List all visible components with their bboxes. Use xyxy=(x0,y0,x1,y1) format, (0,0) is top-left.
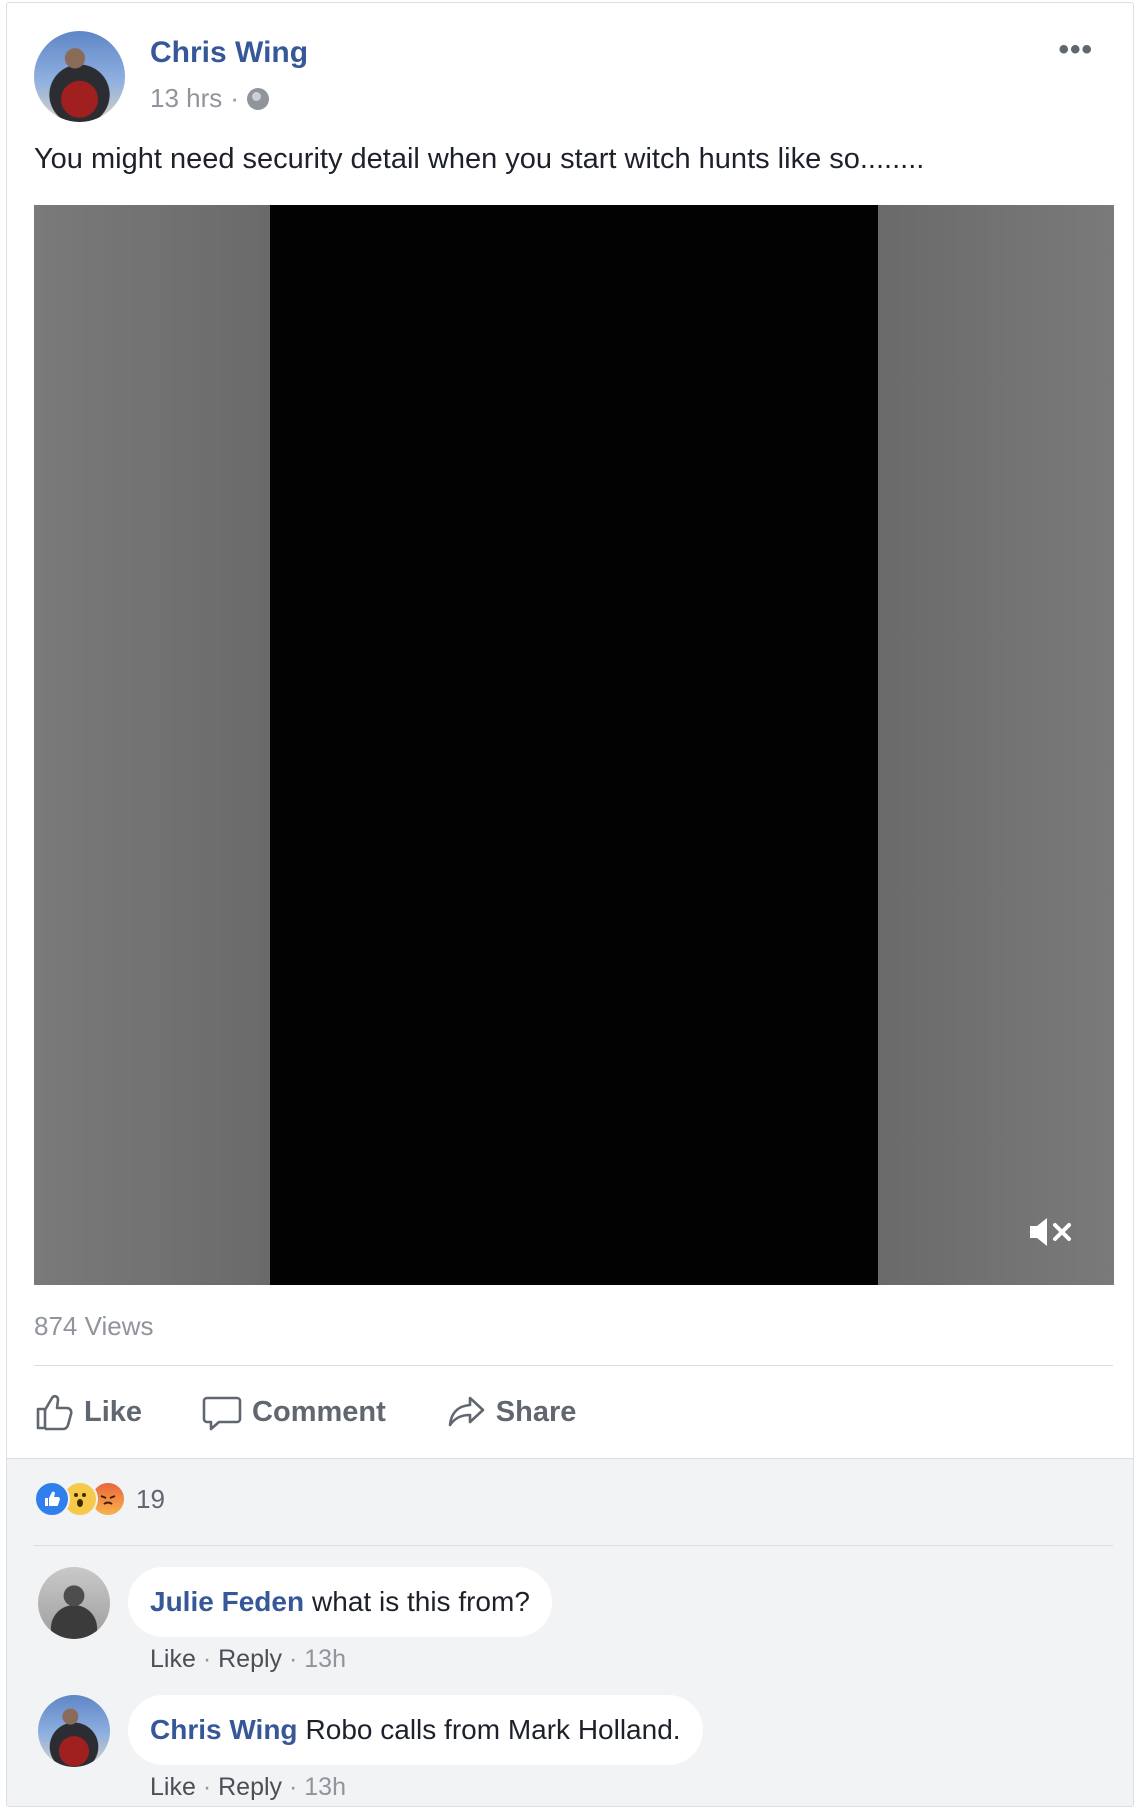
post-text: You might need security detail when you … xyxy=(34,143,925,175)
author-avatar[interactable] xyxy=(34,31,125,122)
like-reaction-icon xyxy=(34,1481,70,1517)
comment-reply-link[interactable]: Reply xyxy=(218,1773,282,1801)
meta-separator: · xyxy=(288,1773,298,1801)
share-arrow-icon xyxy=(448,1396,485,1427)
commenter-name[interactable]: Chris Wing xyxy=(150,1714,298,1746)
video-blur-right xyxy=(878,205,1114,1285)
video-frame[interactable] xyxy=(270,205,878,1285)
share-button[interactable]: Share xyxy=(446,1392,577,1432)
comment-time[interactable]: 13h xyxy=(304,1645,346,1673)
comments-section: 19 Julie Feden what is this from? Like ·… xyxy=(7,1458,1133,1806)
meta-separator: · xyxy=(202,1773,212,1801)
video-blur-left xyxy=(34,205,270,1285)
share-label: Share xyxy=(495,1395,577,1428)
meta-separator: · xyxy=(288,1645,298,1673)
comment-meta: Like · Reply · 13h xyxy=(150,1773,346,1802)
comment-text: what is this from? xyxy=(312,1586,530,1617)
comment-label: Comment xyxy=(252,1395,386,1428)
comment-reply-link[interactable]: Reply xyxy=(218,1645,282,1673)
comment-meta: Like · Reply · 13h xyxy=(150,1645,346,1674)
comment-bubble-icon xyxy=(202,1396,242,1431)
post-time[interactable]: 13 hrs xyxy=(150,83,222,114)
divider xyxy=(34,1365,1113,1366)
commenter-avatar[interactable] xyxy=(38,1695,110,1767)
like-label: Like xyxy=(84,1395,143,1428)
like-button[interactable]: Like xyxy=(34,1392,142,1432)
action-bar: Like Comment Share xyxy=(34,1387,636,1437)
reaction-count[interactable]: 19 xyxy=(136,1484,165,1515)
commenter-name[interactable]: Julie Feden xyxy=(150,1586,304,1618)
more-options-icon[interactable]: ••• xyxy=(1058,33,1093,67)
view-count: 874 Views xyxy=(34,1311,154,1341)
divider xyxy=(34,1545,1113,1546)
comment-like-link[interactable]: Like xyxy=(150,1645,196,1673)
globe-icon[interactable] xyxy=(246,87,269,110)
comment-text: Robo calls from Mark Holland. xyxy=(305,1714,681,1745)
reactions-summary[interactable]: 19 xyxy=(34,1481,165,1517)
comment-button[interactable]: Comment xyxy=(202,1392,386,1432)
post-card: Chris Wing 13 hrs · ••• You might need s… xyxy=(6,2,1134,1807)
post-meta: 13 hrs · xyxy=(150,83,269,114)
meta-separator: · xyxy=(202,1645,212,1673)
comment-time[interactable]: 13h xyxy=(304,1773,346,1801)
comment-like-link[interactable]: Like xyxy=(150,1773,196,1801)
commenter-avatar[interactable] xyxy=(38,1567,110,1639)
comment-bubble: Julie Feden what is this from? xyxy=(128,1567,552,1637)
muted-speaker-icon[interactable] xyxy=(1028,1214,1076,1250)
author-name[interactable]: Chris Wing xyxy=(150,36,308,70)
thumbs-up-icon xyxy=(36,1394,73,1431)
video-player[interactable] xyxy=(34,205,1114,1285)
comment-bubble: Chris Wing Robo calls from Mark Holland. xyxy=(128,1695,703,1765)
meta-separator: · xyxy=(230,83,239,113)
